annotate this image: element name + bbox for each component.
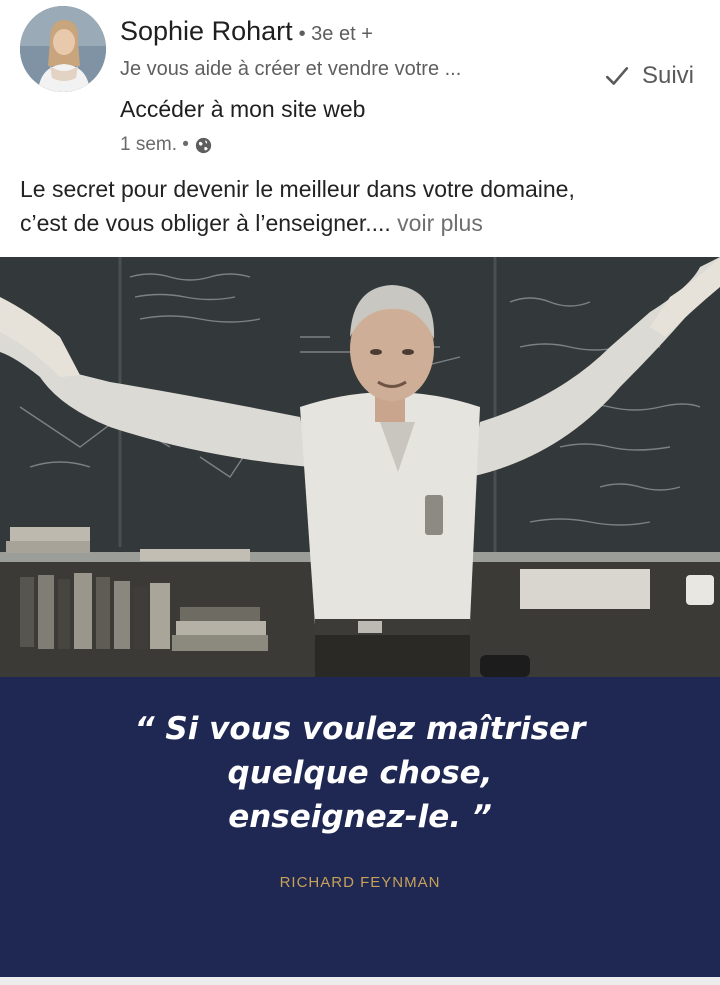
quote-line-3: enseignez-le. ” [228,799,492,835]
quote-line-2: quelque chose, [227,755,493,791]
photo-illustration [0,257,720,677]
website-link[interactable]: Accéder à mon site web [120,96,365,123]
post-timestamp: 1 sem. • [120,134,189,155]
author-avatar[interactable] [20,6,106,92]
follow-button[interactable]: Suivi [604,62,694,90]
author-name-row: Sophie Rohart • 3e et + [120,16,373,47]
post-text-line-2-content: c’est de vous obliger à l’enseigner.... [20,210,391,236]
see-more-link[interactable]: voir plus [397,210,483,236]
quote-line-1: “ Si vous voulez maîtriser [134,711,586,747]
globe-icon [195,137,212,153]
quote-author: RICHARD FEYNMAN [279,874,441,891]
post-text-line-1: Le secret pour devenir le meilleur dans … [20,176,575,202]
follow-label: Suivi [641,62,694,89]
avatar-photo [20,6,106,92]
quote-banner: “ Si vous voulez maîtriser quelque chose… [0,677,720,977]
author-tagline: Je vous aide à créer et vendre votre ... [120,58,462,80]
author-name[interactable]: Sophie Rohart [120,16,293,47]
post-header: Sophie Rohart • 3e et + Je vous aide à c… [0,0,720,170]
post-body: Le secret pour devenir le meilleur dans … [20,172,700,240]
post-image[interactable] [0,257,720,677]
post-text-line-2: c’est de vous obliger à l’enseigner.... … [20,206,700,240]
connection-degree: • 3e et + [298,23,373,45]
quote-text: “ Si vous voulez maîtriser quelque chose… [0,707,720,839]
post-meta: 1 sem. • [120,134,212,156]
post-divider [0,977,720,985]
check-icon [605,67,629,85]
